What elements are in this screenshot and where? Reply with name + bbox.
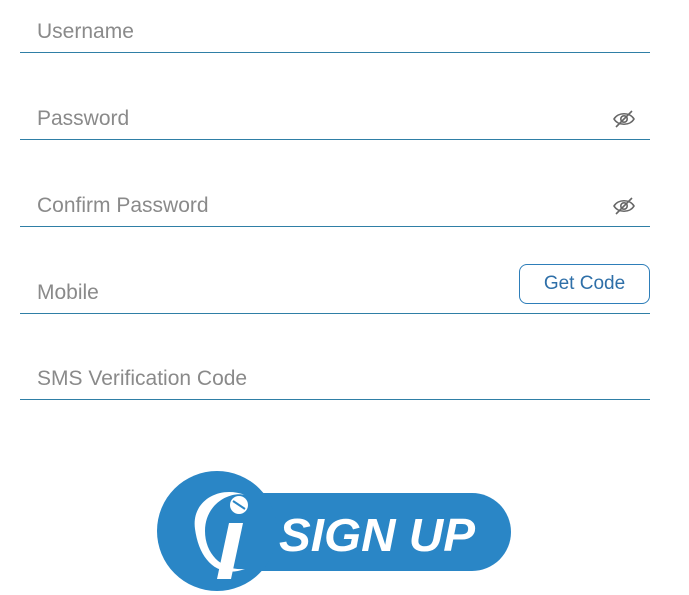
sms-code-input[interactable] [37,359,597,399]
eye-slash-icon[interactable] [612,194,636,218]
sign-up-button[interactable]: SIGN UP [157,471,513,592]
sms-code-field-row [20,359,650,400]
eye-slash-icon[interactable] [612,107,636,131]
password-input[interactable] [37,99,597,139]
confirm-password-input[interactable] [37,186,597,226]
signup-form: Get Code SIGN UP [0,0,689,595]
sign-up-label: SIGN UP [279,509,475,561]
mobile-input[interactable] [37,273,497,313]
username-field-row [20,12,650,53]
get-code-button[interactable]: Get Code [519,264,650,304]
username-input[interactable] [37,12,597,52]
confirm-password-field-row [20,186,650,227]
password-field-row [20,99,650,140]
mobile-field-row: Get Code [20,264,650,314]
